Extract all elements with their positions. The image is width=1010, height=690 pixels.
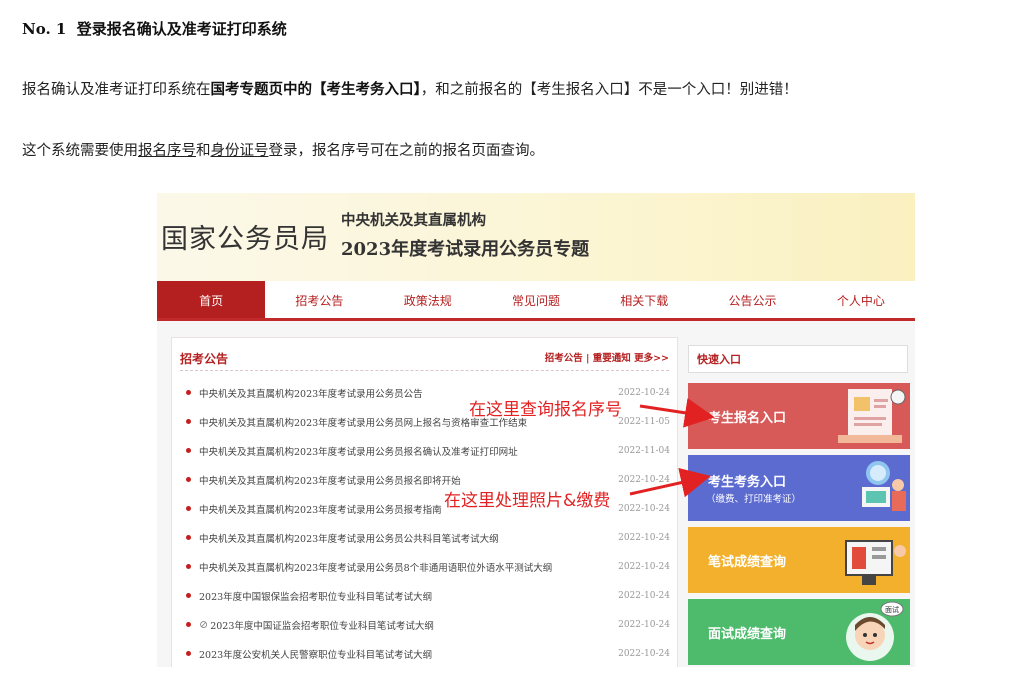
bullet-icon [186,448,191,453]
news-date: 2022-10-24 [618,561,670,572]
bullet-icon [186,535,191,540]
news-date: 2022-10-24 [618,387,670,398]
bullet-icon [186,506,191,511]
annotation-query-number: 在这里查询报名序号 [469,400,622,420]
registration-illustration-icon [838,389,906,443]
paragraph-2: 这个系统需要使用报名序号和身份证号登录，报名序号可在之前的报名页面查询。 [22,139,544,160]
announcement-more-links[interactable]: 招考公告 | 重要通知 更多>> [545,350,669,364]
written-score-query-button[interactable]: 笔试成绩查询 [688,527,910,593]
bullet-icon [186,622,191,627]
para1-text-b: ，和之前报名的【考生报名入口】不是一个入口！别进错！ [420,82,798,98]
exam-affairs-entry-sub: （缴费、打印准考证） [706,494,802,505]
quick-access-panel: 快速入口 考生报名入口 考生考务入口 （缴费、打印准考证） 笔试成绩查询 面试成… [688,337,910,667]
news-date: 2022-10-24 [618,503,670,514]
interview-illustration-icon: 面试 [846,601,904,661]
news-title[interactable]: 中央机关及其直属机构2023年度考试录用公务员报名即将开始 [199,473,614,487]
news-date: 2022-10-24 [618,619,670,630]
bullet-icon [186,419,191,424]
news-title[interactable]: 中央机关及其直属机构2023年度考试录用公务员报名确认及准考证打印网址 [199,444,614,458]
exam-affairs-entry-label: 考生考务入口 [708,474,787,489]
list-item[interactable]: 2023年度中国银保监会招考职位专业科目笔试考试大纲 2022-10-24 [180,581,670,610]
score-illustration-icon [845,540,906,585]
bullet-icon [186,651,191,656]
paperclip-icon: ⊘ [199,618,209,631]
nav-user-center[interactable]: 个人中心 [806,281,915,321]
banner-subtitle: 中央机关及其直属机构 [341,212,486,229]
news-date: 2022-10-24 [618,474,670,485]
banner-title: 2023年度考试录用公务员专题 [341,239,590,260]
paragraph-1: 报名确认及准考证打印系统在国考专题页中的【考生考务入口】，和之前报名的【考生报名… [22,78,798,99]
link-id-number: 身份证号 [210,143,269,159]
site-banner: 国家公务员局 中央机关及其直属机构 2023年度考试录用公务员专题 [157,193,915,281]
link-registration-number: 报名序号 [138,143,196,159]
nav-notices[interactable]: 公告公示 [698,281,807,321]
news-date: 2022-11-05 [618,416,670,427]
news-title[interactable]: 2023年度公安机关人民警察职位专业科目笔试考试大纲 [199,647,614,661]
news-date: 2022-11-04 [618,445,670,456]
news-date: 2022-10-24 [618,590,670,601]
list-item[interactable]: ⊘ 2023年度中国证监会招考职位专业科目笔试考试大纲 2022-10-24 [180,610,670,639]
registration-entry-button[interactable]: 考生报名入口 [688,383,910,449]
list-item[interactable]: 2023年度公安机关人民警察职位专业科目笔试考试大纲 2022-10-24 [180,639,670,667]
news-title[interactable]: 2023年度中国银保监会招考职位专业科目笔试考试大纲 [199,589,614,603]
nav-downloads[interactable]: 相关下载 [590,281,699,321]
nav-announcements[interactable]: 招考公告 [265,281,374,321]
bullet-icon [186,593,191,598]
news-title[interactable]: 中央机关及其直属机构2023年度考试录用公务员公共科目笔试考试大纲 [199,531,614,545]
para2-text-c: 登录，报名序号可在之前的报名页面查询。 [268,143,545,159]
registration-entry-label: 考生报名入口 [708,410,787,425]
nav-policies[interactable]: 政策法规 [373,281,482,321]
bullet-icon [186,390,191,395]
bullet-icon [186,477,191,482]
para1-bold: 国考专题页中的【考生考务入口】 [210,81,421,98]
announcement-heading: 招考公告 [180,352,229,366]
interview-score-query-button[interactable]: 面试成绩查询 面试 [688,599,910,665]
exam-illustration-icon [862,461,906,511]
para2-text-a: 这个系统需要使用 [22,143,138,159]
para2-text-b: 和 [196,143,211,159]
heading-title: 登录报名确认及准考证打印系统 [76,20,287,38]
bullet-icon [186,564,191,569]
news-date: 2022-10-24 [618,648,670,659]
heading-number: No. 1 [22,20,67,38]
news-title[interactable]: 中央机关及其直属机构2023年度考试录用公务员8个非通用语职位外语水平测试大纲 [199,560,614,574]
news-date: 2022-10-24 [618,532,670,543]
quick-access-heading: 快速入口 [688,345,908,373]
divider [180,370,669,371]
para1-text-a: 报名确认及准考证打印系统在 [22,82,211,98]
nav-faq[interactable]: 常见问题 [481,281,591,321]
exam-affairs-entry-button[interactable]: 考生考务入口 （缴费、打印准考证） [688,455,910,521]
site-logo[interactable]: 国家公务员局 [161,217,329,256]
news-title[interactable]: 2023年度中国证监会招考职位专业科目笔试考试大纲 [210,618,614,632]
article-heading: No. 1 登录报名确认及准考证打印系统 [22,18,287,39]
written-score-query-label: 笔试成绩查询 [708,554,787,569]
list-item[interactable]: 中央机关及其直属机构2023年度考试录用公务员报名确认及准考证打印网址 2022-… [180,436,670,465]
interview-score-query-label: 面试成绩查询 [708,626,787,641]
interview-badge-text: 面试 [885,605,899,614]
announcement-list: 中央机关及其直属机构2023年度考试录用公务员公告 2022-10-24 中央机关… [180,378,670,667]
main-nav: 首页 招考公告 政策法规 常见问题 相关下载 公告公示 个人中心 [157,281,915,321]
list-item[interactable]: 中央机关及其直属机构2023年度考试录用公务员8个非通用语职位外语水平测试大纲 2… [180,552,670,581]
annotation-photo-payment: 在这里处理照片&缴费 [444,491,611,511]
embedded-screenshot: 国家公务员局 中央机关及其直属机构 2023年度考试录用公务员专题 首页 招考公… [157,193,915,667]
nav-home[interactable]: 首页 [157,281,266,321]
list-item[interactable]: 中央机关及其直属机构2023年度考试录用公务员公共科目笔试考试大纲 2022-10… [180,523,670,552]
